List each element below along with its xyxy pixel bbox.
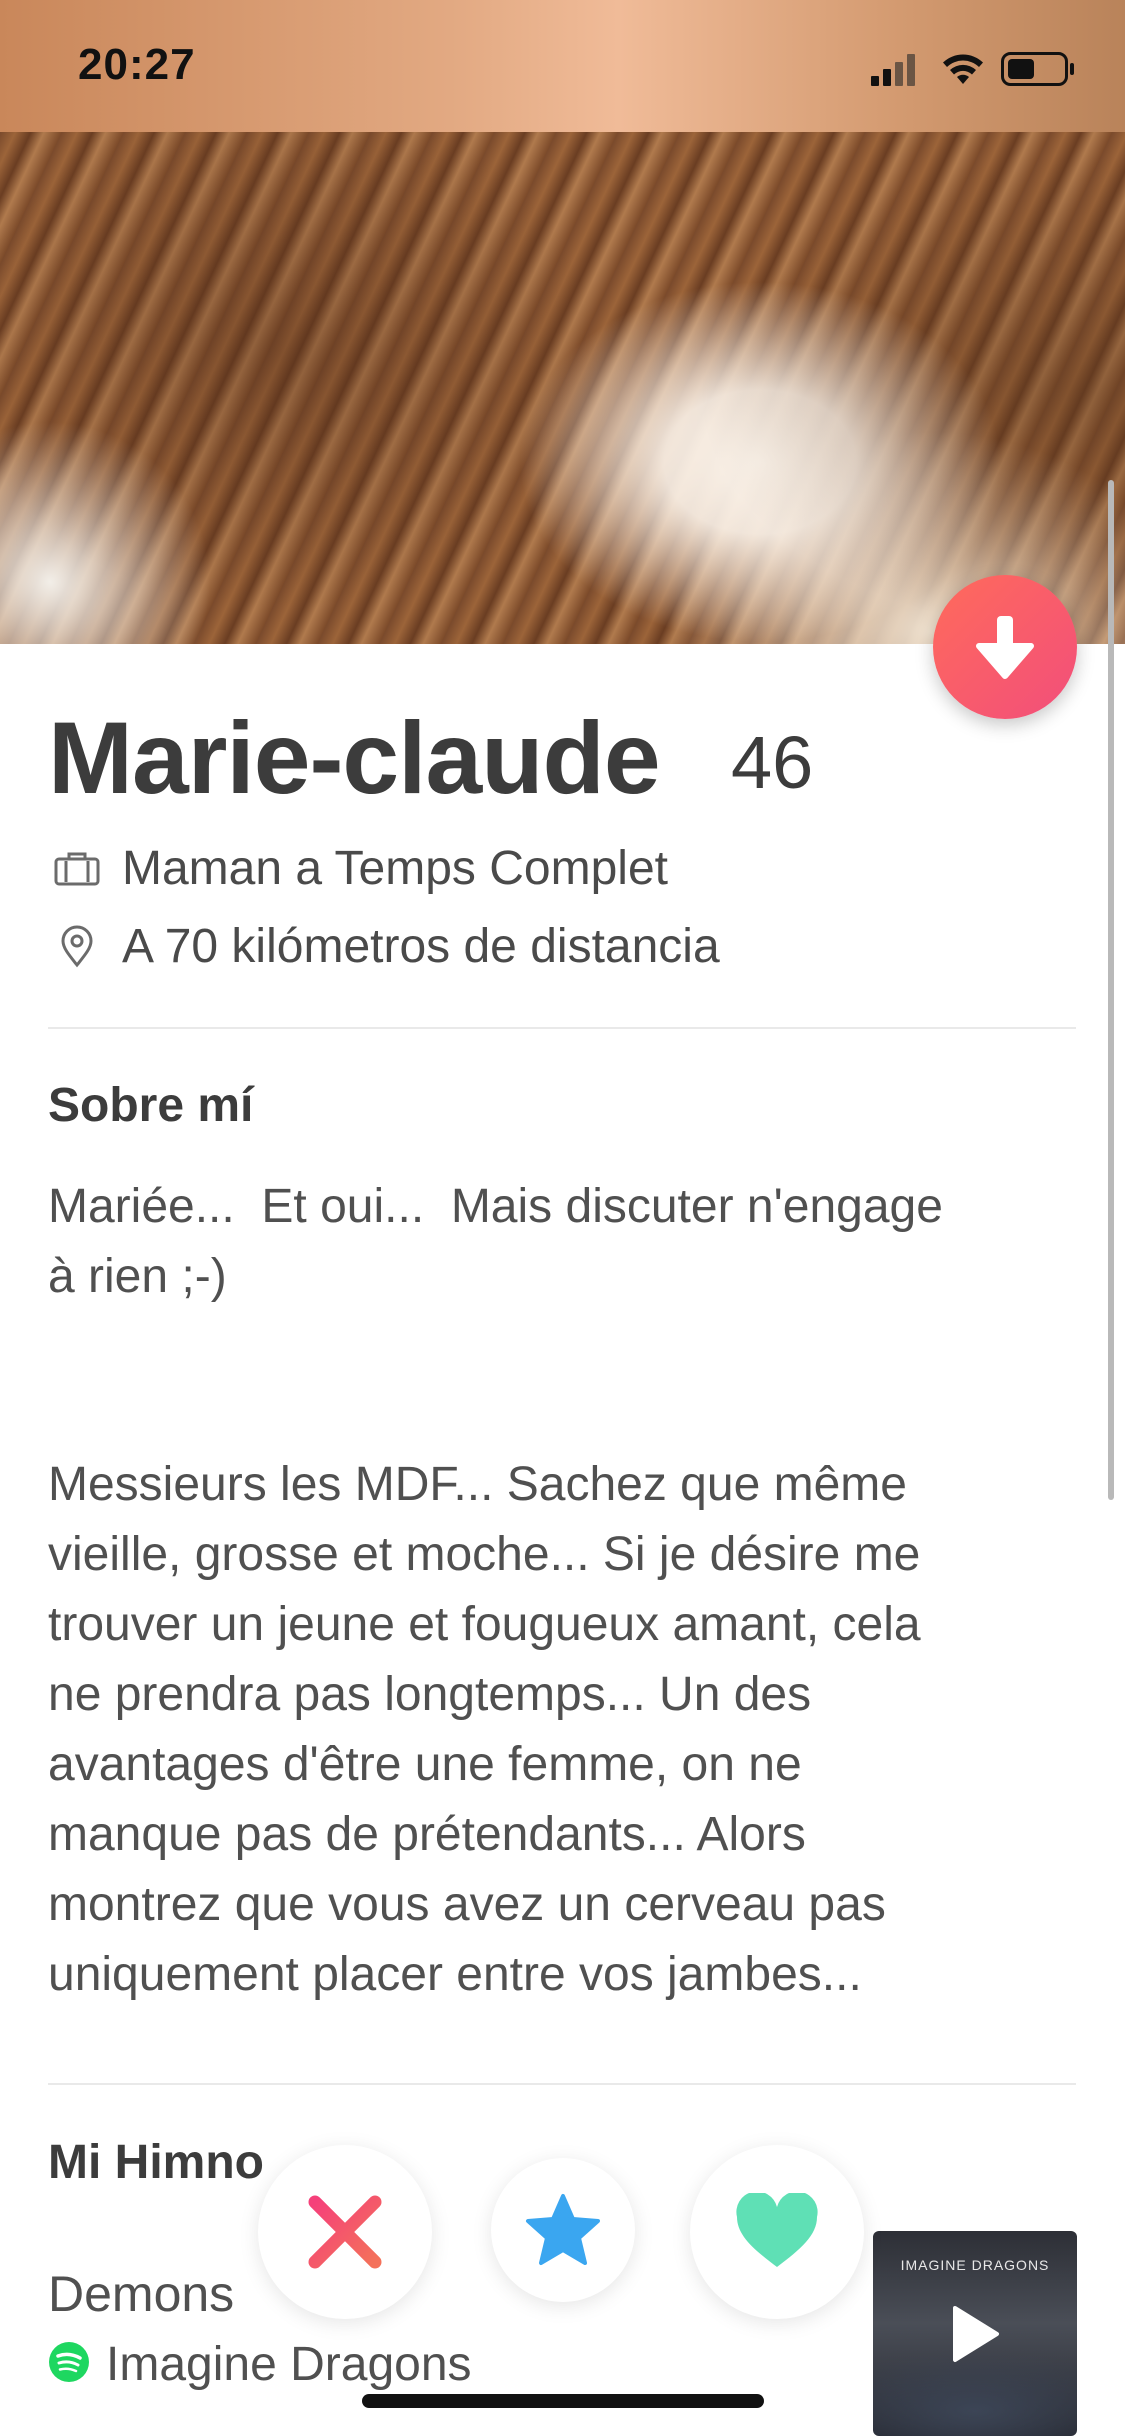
home-indicator[interactable] bbox=[362, 2394, 764, 2408]
profile-name: Marie-claude bbox=[48, 701, 661, 815]
about-paragraph-1: Mariée... Et oui... Mais discuter n'enga… bbox=[48, 1180, 943, 1303]
like-button[interactable] bbox=[690, 2145, 864, 2319]
distance-row: A 70 kilómetros de distancia bbox=[52, 916, 720, 976]
briefcase-icon bbox=[52, 843, 102, 893]
arrow-down-icon bbox=[976, 616, 1034, 679]
profile-age: 46 bbox=[731, 721, 814, 804]
status-bar: 20:27 bbox=[0, 0, 1125, 132]
superlike-button[interactable] bbox=[491, 2158, 635, 2302]
song-title: Demons bbox=[48, 2266, 235, 2322]
nope-button[interactable] bbox=[258, 2145, 432, 2319]
close-icon bbox=[308, 2195, 382, 2269]
artist-row: Imagine Dragons bbox=[48, 2337, 472, 2392]
artist-name: Imagine Dragons bbox=[106, 2338, 472, 2391]
heart-icon bbox=[736, 2193, 818, 2267]
wifi-icon bbox=[943, 54, 983, 84]
album-art-play-button[interactable]: IMAGINE DRAGONS bbox=[873, 2231, 1077, 2436]
status-time: 20:27 bbox=[78, 40, 196, 89]
job-text: Maman a Temps Complet bbox=[122, 841, 668, 895]
star-icon bbox=[526, 2194, 600, 2265]
photo-shade bbox=[0, 132, 1125, 644]
about-paragraph-2: Messieurs les MDF... Sachez que même vie… bbox=[48, 1458, 921, 2001]
profile-photo[interactable] bbox=[0, 132, 1125, 644]
battery-icon bbox=[1001, 52, 1074, 86]
album-label: IMAGINE DRAGONS bbox=[900, 2257, 1050, 2273]
spotify-icon bbox=[48, 2341, 90, 2388]
play-icon bbox=[953, 2305, 999, 2362]
scrollbar[interactable] bbox=[1108, 480, 1114, 1500]
job-row: Maman a Temps Complet bbox=[52, 838, 668, 898]
divider bbox=[48, 1027, 1076, 1029]
distance-text: A 70 kilómetros de distancia bbox=[122, 919, 720, 973]
anthem-title: Mi Himno bbox=[48, 2136, 264, 2189]
status-icons bbox=[871, 48, 1081, 88]
about-title: Sobre mí bbox=[48, 1079, 254, 1132]
divider bbox=[48, 2083, 1076, 2085]
collapse-profile-button[interactable] bbox=[933, 575, 1077, 719]
location-pin-icon bbox=[52, 921, 102, 971]
signal-icon bbox=[871, 54, 915, 86]
